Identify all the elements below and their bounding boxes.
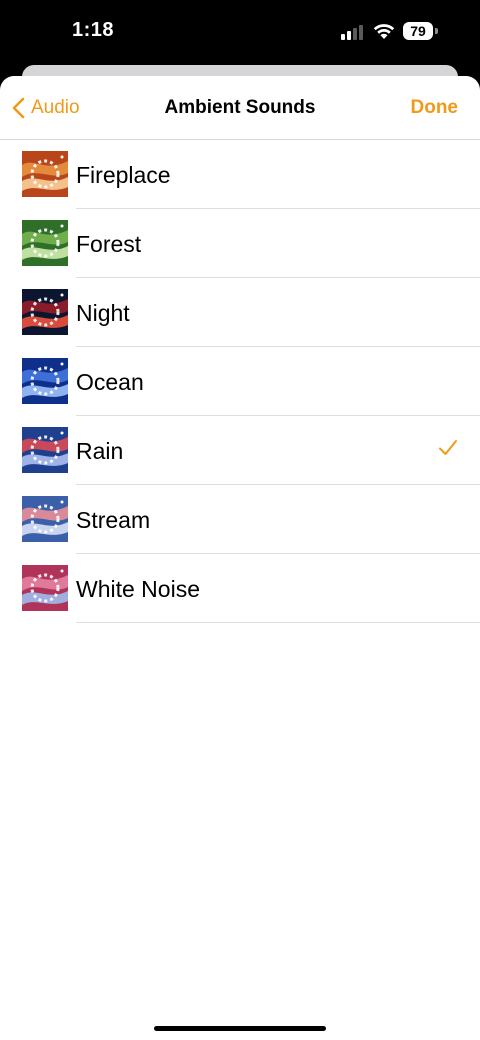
sound-row-label: Fireplace [76, 162, 171, 188]
sound-row-white-noise[interactable]: White Noise [0, 554, 480, 623]
checkmark-icon [439, 440, 457, 455]
sound-row-rain[interactable]: Rain [0, 416, 480, 485]
cellular-signal-icon [341, 24, 365, 40]
sound-row-fireplace[interactable]: Fireplace [0, 140, 480, 209]
done-button[interactable]: Done [411, 97, 459, 119]
wifi-icon [373, 24, 395, 39]
sound-thumbnail-icon [22, 427, 68, 473]
sound-row-label: White Noise [76, 576, 200, 602]
sound-row-label: Night [76, 300, 130, 326]
navigation-bar: Audio Ambient Sounds Done [0, 76, 480, 140]
sound-row-ocean[interactable]: Ocean [0, 347, 480, 416]
sound-row-label: Ocean [76, 369, 144, 395]
battery-indicator: 79 [403, 22, 433, 40]
sound-row-forest[interactable]: Forest [0, 209, 480, 278]
sound-list: Fireplace Forest Night Ocean Rain Stream White… [0, 140, 480, 623]
sound-thumbnail-icon [22, 565, 68, 611]
sound-row-stream[interactable]: Stream [0, 485, 480, 554]
page-title: Ambient Sounds [164, 97, 316, 118]
sound-row-label: Forest [76, 231, 142, 257]
sound-thumbnail-icon [22, 220, 68, 266]
sound-row-label: Rain [76, 438, 124, 464]
sound-thumbnail-icon [22, 358, 68, 404]
sound-thumbnail-icon [22, 496, 68, 542]
sound-row-label: Stream [76, 507, 151, 533]
status-time: 1:18 [72, 19, 115, 41]
sound-thumbnail-icon [22, 289, 68, 335]
screen: 1:18 79 Audio Ambient Sounds Done Firepl… [0, 0, 480, 1040]
home-indicator[interactable] [154, 1026, 326, 1031]
sound-thumbnail-icon [22, 151, 68, 197]
battery-tip [435, 28, 438, 34]
ambient-sounds-sheet: Audio Ambient Sounds Done Fireplace Fores… [0, 76, 480, 1040]
sound-row-night[interactable]: Night [0, 278, 480, 347]
status-bar: 1:18 79 [0, 0, 480, 64]
